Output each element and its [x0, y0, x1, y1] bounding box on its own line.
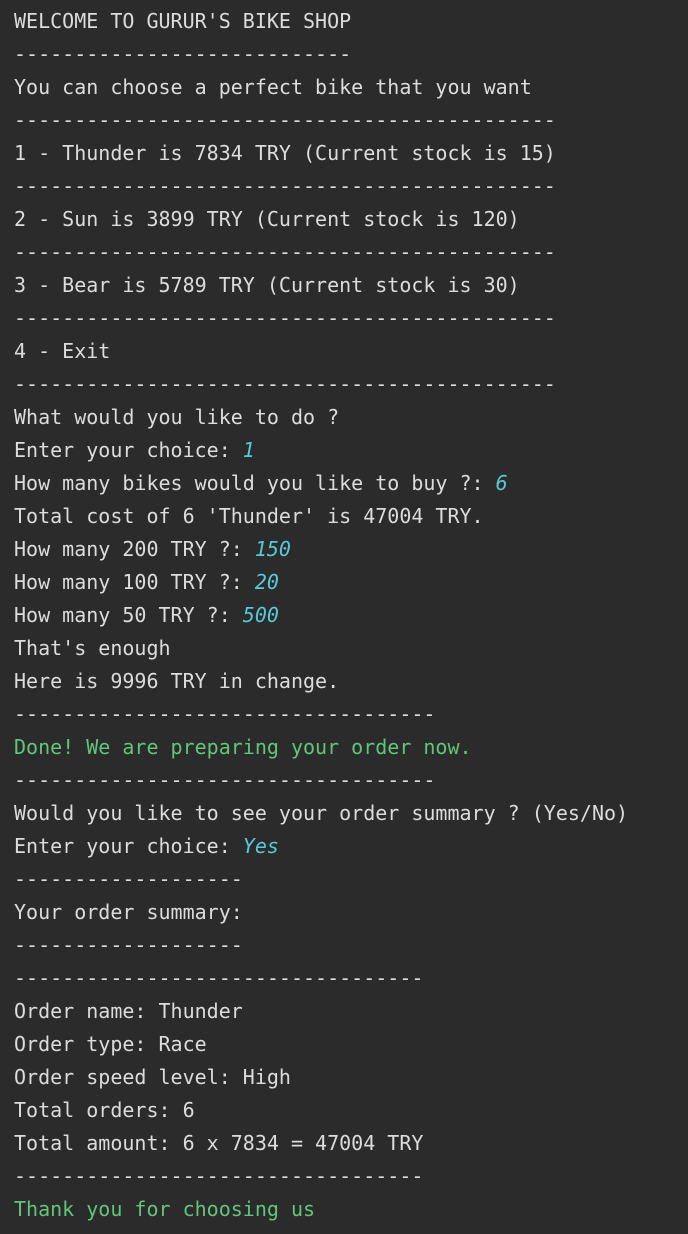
console-text: Enter your choice:	[14, 834, 243, 858]
console-line: Done! We are preparing your order now.	[0, 731, 688, 764]
console-line: ----------------------------------	[0, 962, 688, 995]
console-line: How many 200 TRY ?: 150	[0, 533, 688, 566]
console-text: How many 50 TRY ?:	[14, 603, 243, 627]
console-text: ----------------------------------	[14, 1164, 424, 1188]
console-text: How many bikes would you like to buy ?:	[14, 471, 496, 495]
console-line: -------------------	[0, 863, 688, 896]
console-line: 2 - Sun is 3899 TRY (Current stock is 12…	[0, 203, 688, 236]
console-line: -------------------	[0, 929, 688, 962]
console-line: 3 - Bear is 5789 TRY (Current stock is 3…	[0, 269, 688, 302]
console-text: Total cost of 6 'Thunder' is 47004 TRY.	[14, 504, 484, 528]
console-line: Total orders: 6	[0, 1094, 688, 1127]
console-line: ----------------------------------------…	[0, 104, 688, 137]
console-text: How many 200 TRY ?:	[14, 537, 255, 561]
success-message: Thank you for choosing us	[14, 1197, 316, 1221]
console-text: That's enough	[14, 636, 171, 660]
console-text: What would you like to do ?	[14, 405, 340, 429]
console-text: -----------------------------------	[14, 702, 436, 726]
user-input-value: 1	[242, 438, 255, 462]
console-line: Total amount: 6 x 7834 = 47004 TRY	[0, 1127, 688, 1160]
console-text: Total amount: 6 x 7834 = 47004 TRY	[14, 1131, 424, 1155]
console-text: Would you like to see your order summary…	[14, 801, 629, 825]
console-text: How many 100 TRY ?:	[14, 570, 255, 594]
console-text: ----------------------------------------…	[14, 240, 556, 264]
console-line: Thank you for choosing us	[0, 1193, 688, 1226]
console-line: Here is 9996 TRY in change.	[0, 665, 688, 698]
console-line: 4 - Exit	[0, 335, 688, 368]
console-text: ----------------------------	[14, 42, 352, 66]
console-text: 2 - Sun is 3899 TRY (Current stock is 12…	[14, 207, 520, 231]
console-text: Order type: Race	[14, 1032, 207, 1056]
console-line: ----------------------------	[0, 38, 688, 71]
success-message: Done! We are preparing your order now.	[14, 735, 472, 759]
console-text: Order speed level: High	[14, 1065, 291, 1089]
console-line: Enter your choice: 1	[0, 434, 688, 467]
user-input-value: 20	[254, 570, 279, 594]
user-input-value: 6	[495, 471, 508, 495]
console-text: Here is 9996 TRY in change.	[14, 669, 340, 693]
console-text: ----------------------------------------…	[14, 306, 556, 330]
console-line: How many bikes would you like to buy ?: …	[0, 467, 688, 500]
console-text: 1 - Thunder is 7834 TRY (Current stock i…	[14, 141, 556, 165]
console-line: Would you like to see your order summary…	[0, 797, 688, 830]
console-line: Your order summary:	[0, 896, 688, 929]
console-line: WELCOME TO GURUR'S BIKE SHOP	[0, 5, 688, 38]
console-output[interactable]: WELCOME TO GURUR'S BIKE SHOP ------------…	[0, 0, 688, 1234]
console-line: That's enough	[0, 632, 688, 665]
console-line: Enter your choice: Yes	[0, 830, 688, 863]
console-text: Order name: Thunder	[14, 999, 243, 1023]
console-text: -------------------	[14, 933, 243, 957]
console-text: Enter your choice:	[14, 438, 243, 462]
console-text: You can choose a perfect bike that you w…	[14, 75, 532, 99]
console-text: Your order summary:	[14, 900, 243, 924]
console-line: ----------------------------------------…	[0, 302, 688, 335]
user-input-value: 150	[254, 537, 291, 561]
console-text: -------------------	[14, 867, 243, 891]
console-line: Order speed level: High	[0, 1061, 688, 1094]
console-line: How many 50 TRY ?: 500	[0, 599, 688, 632]
console-text: -----------------------------------	[14, 768, 436, 792]
console-line: Order type: Race	[0, 1028, 688, 1061]
user-input-value: Yes	[242, 834, 279, 858]
console-text: ----------------------------------------…	[14, 174, 556, 198]
console-line: How many 100 TRY ?: 20	[0, 566, 688, 599]
console-text: ----------------------------------------…	[14, 372, 556, 396]
console-text: ----------------------------------	[14, 966, 424, 990]
console-text: 4 - Exit	[14, 339, 111, 363]
console-line: ----------------------------------------…	[0, 236, 688, 269]
console-line: ----------------------------------	[0, 1160, 688, 1193]
console-line: -----------------------------------	[0, 698, 688, 731]
console-text: Total orders: 6	[14, 1098, 195, 1122]
console-line: Order name: Thunder	[0, 995, 688, 1028]
user-input-value: 500	[242, 603, 279, 627]
console-line: You can choose a perfect bike that you w…	[0, 71, 688, 104]
console-text: 3 - Bear is 5789 TRY (Current stock is 3…	[14, 273, 520, 297]
console-line: 1 - Thunder is 7834 TRY (Current stock i…	[0, 137, 688, 170]
console-line: -----------------------------------	[0, 764, 688, 797]
console-line: What would you like to do ?	[0, 401, 688, 434]
console-line: ----------------------------------------…	[0, 368, 688, 401]
console-line: Total cost of 6 'Thunder' is 47004 TRY.	[0, 500, 688, 533]
console-text: WELCOME TO GURUR'S BIKE SHOP	[14, 9, 352, 33]
console-line: ----------------------------------------…	[0, 170, 688, 203]
console-text: ----------------------------------------…	[14, 108, 556, 132]
